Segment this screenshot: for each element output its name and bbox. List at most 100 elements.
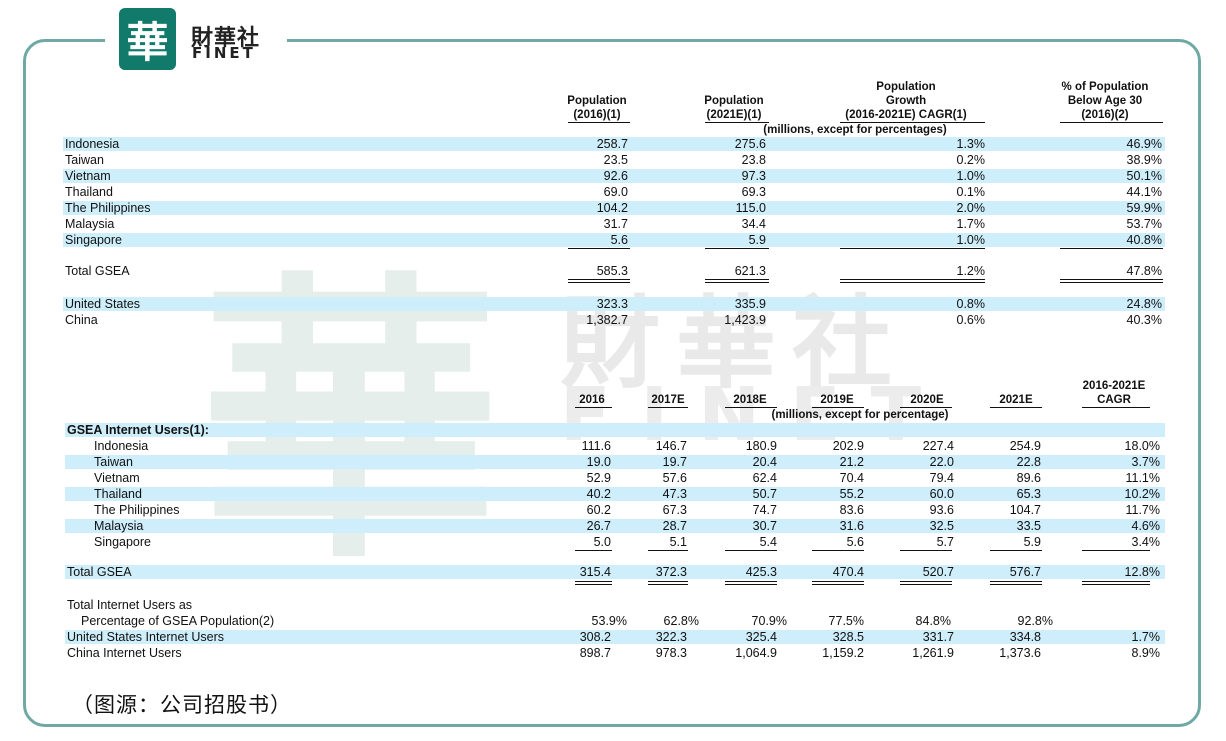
pop-country: Malaysia — [65, 217, 115, 231]
net-country: Malaysia — [94, 519, 144, 533]
source-note: （图源：公司招股书） — [72, 693, 292, 717]
pop-total-double-line — [568, 279, 630, 283]
net-value: 4.6% — [1131, 519, 1161, 533]
net-country: Singapore — [94, 535, 151, 549]
net-value: 3.4% — [1131, 535, 1161, 549]
net-header-underline-1 — [648, 407, 688, 408]
pop-total-double-line — [840, 279, 985, 283]
pop-total-value: 585.3 — [596, 264, 628, 278]
pop-value: 1,423.9 — [724, 313, 766, 327]
pop-header-3-line: Below Age 30 — [1067, 95, 1143, 107]
net-header-underline-0 — [575, 407, 612, 408]
pop-country: The Philippines — [65, 201, 151, 215]
net-header-underline-6 — [1082, 407, 1150, 408]
net-value: 334.8 — [1009, 630, 1041, 644]
net-country: China Internet Users — [67, 646, 182, 660]
pop-subtotal-line — [840, 248, 985, 249]
pop-total-label: Total GSEA — [65, 264, 130, 278]
pop-header-3: % of Population Below Age 30 (2016)(2) — [1015, 80, 1195, 122]
net-total-double-line — [1082, 581, 1150, 585]
pop-total-value: 47.8% — [1126, 264, 1162, 278]
net-value: 1.7% — [1131, 630, 1161, 644]
net-section-label: GSEA Internet Users(1): — [67, 423, 209, 437]
pop-country: United States — [65, 297, 141, 311]
pop-value: 69.3 — [741, 185, 766, 199]
pop-value: 258.7 — [596, 137, 628, 151]
pop-header-1: Population (2021E)(1) — [644, 94, 824, 122]
net-total-double-line — [900, 581, 952, 585]
pop-value: 0.1% — [956, 185, 986, 199]
pop-value: 275.6 — [734, 137, 766, 151]
pop-header-1-line: Population — [704, 95, 764, 107]
tables-layer: Population (2016)(1) Population (2021E)(1) P… — [0, 0, 1226, 741]
net-value: 254.9 — [1009, 439, 1041, 453]
pop-country: Vietnam — [65, 169, 111, 183]
pop-header-2-line: Growth — [885, 95, 927, 107]
net-subtotal-line — [1082, 550, 1150, 551]
net-subtotal-line — [575, 550, 612, 551]
pop-value: 23.8 — [741, 153, 766, 167]
pop-subtotal-line — [705, 248, 769, 249]
pop-value: 104.2 — [596, 201, 628, 215]
net-value: 33.5 — [1016, 519, 1041, 533]
pop-value: 31.7 — [603, 217, 628, 231]
net-total-double-line — [812, 581, 864, 585]
net-country: The Philippines — [94, 503, 180, 517]
net-header-6-line: 2016-2021E — [1082, 380, 1146, 392]
pop-value: 53.7% — [1126, 217, 1162, 231]
net-pct-label: Percentage of GSEA Population(2) — [81, 614, 275, 628]
net-value: 5.9 — [1023, 535, 1041, 549]
net-country: Indonesia — [94, 439, 149, 453]
net-row-band — [65, 423, 1165, 437]
pop-value: 40.3% — [1126, 313, 1162, 327]
pop-value: 1.7% — [956, 217, 986, 231]
net-country: Taiwan — [94, 455, 133, 469]
net-units-note: (millions, except for percentage) — [771, 409, 949, 421]
pop-country: Indonesia — [65, 137, 120, 151]
net-value: 65.3 — [1016, 487, 1041, 501]
pop-header-3-line: (2016)(2) — [1081, 109, 1129, 121]
pop-country: China — [65, 313, 98, 327]
pop-country: Thailand — [65, 185, 113, 199]
pop-value: 2.0% — [956, 201, 986, 215]
net-value: 18.0% — [1124, 439, 1160, 453]
net-subtotal-line — [812, 550, 864, 551]
net-pct-label: Total Internet Users as — [67, 598, 193, 612]
net-value: 11.7% — [1125, 503, 1160, 517]
pop-value: 1,382.7 — [586, 313, 628, 327]
pop-value: 34.4 — [741, 217, 766, 231]
pop-subtotal-line — [1060, 248, 1163, 249]
net-total-label: Total GSEA — [67, 565, 132, 579]
net-value: 89.6 — [1016, 471, 1041, 485]
pop-total-double-line — [705, 279, 769, 283]
pop-value: 0.8% — [956, 297, 986, 311]
pop-header-2-line: (2016-2021E) CAGR(1) — [845, 109, 967, 121]
net-country: Thailand — [94, 487, 142, 501]
pop-units-note: (millions, except for percentages) — [763, 124, 947, 136]
pop-value: 323.3 — [596, 297, 628, 311]
net-value: 10.2% — [1124, 487, 1160, 501]
pop-value: 5.9 — [748, 233, 766, 247]
net-value: 22.8 — [1016, 455, 1041, 469]
pop-subtotal-line — [568, 248, 630, 249]
pop-header-underline-0 — [568, 122, 630, 123]
pop-value: 50.1% — [1126, 169, 1162, 183]
pop-total-value: 1.2% — [956, 264, 986, 278]
net-header-underline-5 — [990, 407, 1042, 408]
net-header-6: 2016-2021E CAGR — [1024, 379, 1204, 407]
pop-header-underline-3 — [1060, 122, 1163, 123]
net-total-double-line — [575, 581, 612, 585]
pop-value: 59.9% — [1126, 201, 1162, 215]
net-subtotal-line — [648, 550, 688, 551]
pop-value: 23.5 — [603, 153, 628, 167]
pop-total-value: 621.3 — [734, 264, 766, 278]
net-country: Vietnam — [94, 471, 140, 485]
net-country: United States Internet Users — [67, 630, 225, 644]
pop-header-1-line: (2021E)(1) — [706, 109, 762, 121]
pop-value: 0.2% — [956, 153, 986, 167]
net-total-double-line — [990, 581, 1042, 585]
net-subtotal-line — [900, 550, 952, 551]
net-value: 3.7% — [1131, 455, 1161, 469]
net-pct-value: 92.8% — [1017, 614, 1053, 628]
net-value: 8.9% — [1131, 646, 1161, 660]
